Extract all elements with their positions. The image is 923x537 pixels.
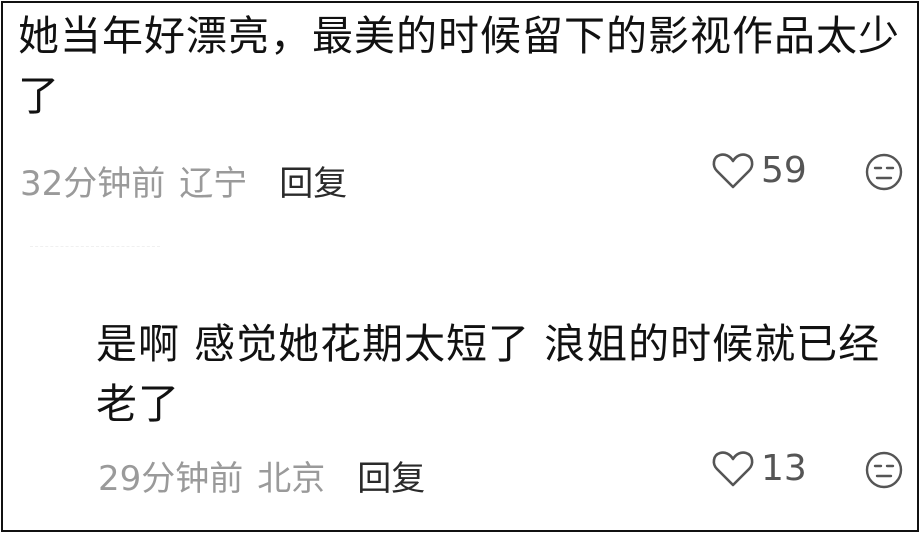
heart-outline-icon [712,152,754,188]
reply-button[interactable]: 回复 [357,451,425,500]
like-button[interactable]: 59 [711,150,807,191]
neutral-face-icon [865,451,903,489]
comment-meta: 29分钟前 北京 回复 [98,451,425,500]
comment-text: 是啊 感觉她花期太短了 浪姐的时候就已经老了 [96,320,881,428]
reply-button[interactable]: 回复 [279,156,347,205]
divider [30,246,160,248]
neutral-face-icon [865,153,903,191]
comment-time: 29分钟前 [98,458,244,499]
comment-item: 她当年好漂亮，最美的时候留下的影视作品太少了 [18,6,908,126]
comment-time: 32分钟前 [20,163,166,204]
like-button[interactable]: 13 [711,448,807,489]
comment-meta: 32分钟前 辽宁 回复 [20,156,347,205]
comment-text: 她当年好漂亮，最美的时候留下的影视作品太少了 [18,12,900,120]
like-count: 59 [761,150,807,191]
like-count: 13 [761,448,807,489]
reaction-button[interactable] [864,450,904,494]
comment-location: 辽宁 [179,163,248,204]
comment-location: 北京 [257,458,326,499]
reaction-button[interactable] [864,152,904,196]
heart-outline-icon [712,450,754,486]
reply-comment-item: 是啊 感觉她花期太短了 浪姐的时候就已经老了 [96,314,896,434]
